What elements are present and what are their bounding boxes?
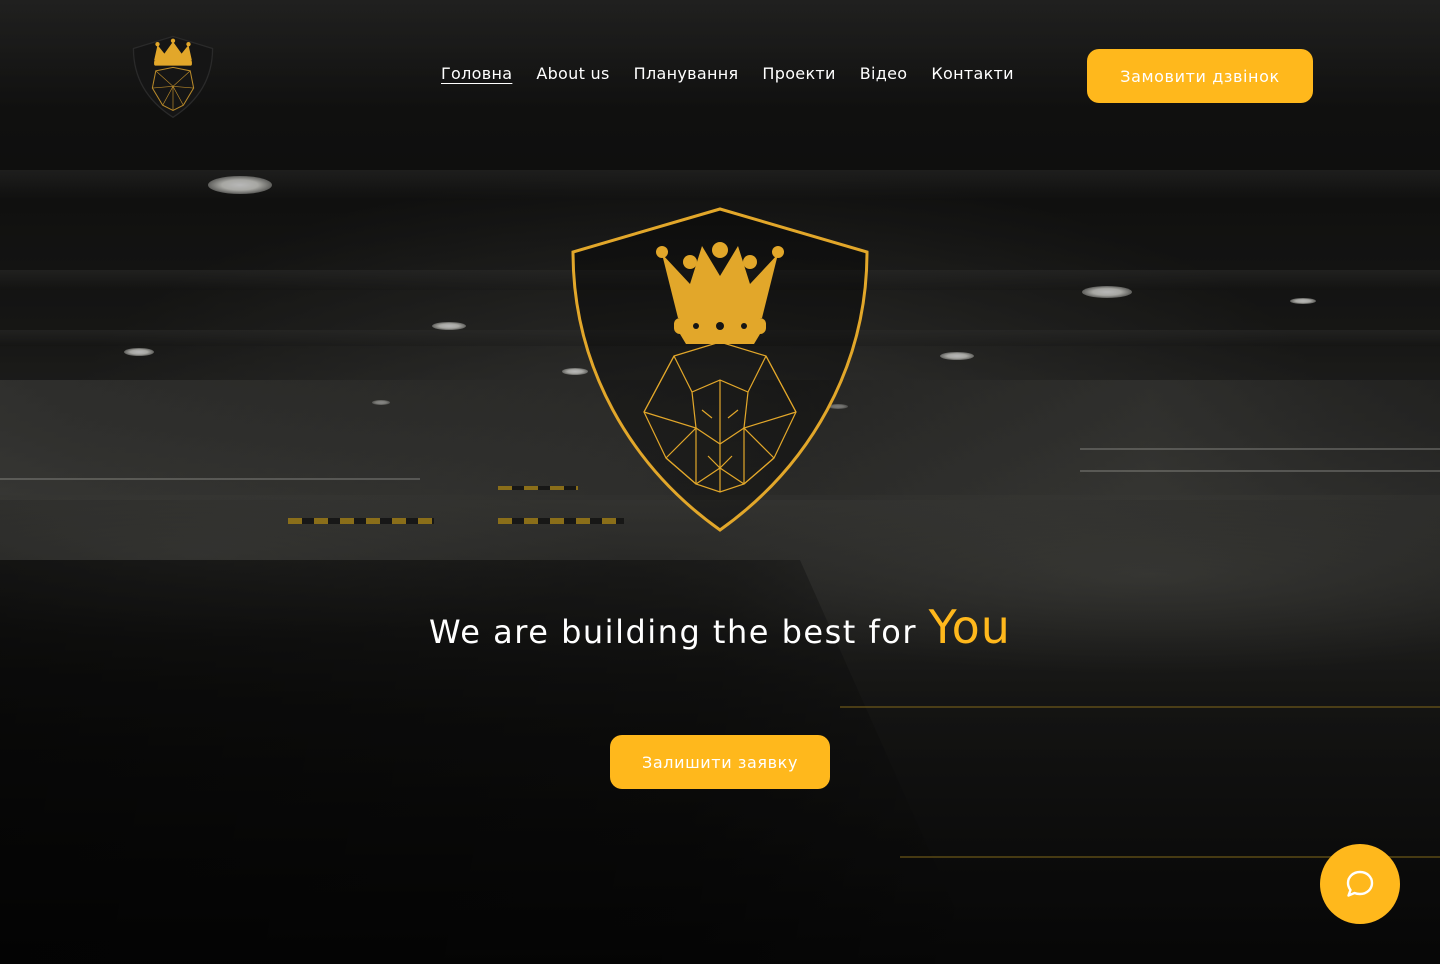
chat-bubble-icon xyxy=(1346,870,1374,897)
tagline-main: We are building the best for xyxy=(429,613,917,651)
chat-widget-button[interactable] xyxy=(1320,844,1400,924)
nav-item-about[interactable]: About us xyxy=(536,64,609,83)
nav-item-planning[interactable]: Планування xyxy=(634,64,739,83)
nav-item-projects[interactable]: Проекти xyxy=(762,64,835,83)
nav-item-home[interactable]: Головна xyxy=(441,64,512,83)
landing-page: Головна About us Планування Проекти Віде… xyxy=(0,0,1440,964)
main-nav: Головна About us Планування Проекти Віде… xyxy=(441,64,1014,83)
crown-lion-shield-icon[interactable] xyxy=(130,33,216,119)
nav-item-contacts[interactable]: Контакти xyxy=(931,64,1014,83)
tagline-accent: You xyxy=(928,600,1011,654)
crown-lion-shield-icon xyxy=(571,207,869,532)
hero-tagline: We are building the best for You xyxy=(0,600,1440,654)
leave-request-button[interactable]: Залишити заявку xyxy=(610,735,830,789)
order-call-button[interactable]: Замовити дзвінок xyxy=(1087,49,1313,103)
nav-item-video[interactable]: Відео xyxy=(860,64,908,83)
